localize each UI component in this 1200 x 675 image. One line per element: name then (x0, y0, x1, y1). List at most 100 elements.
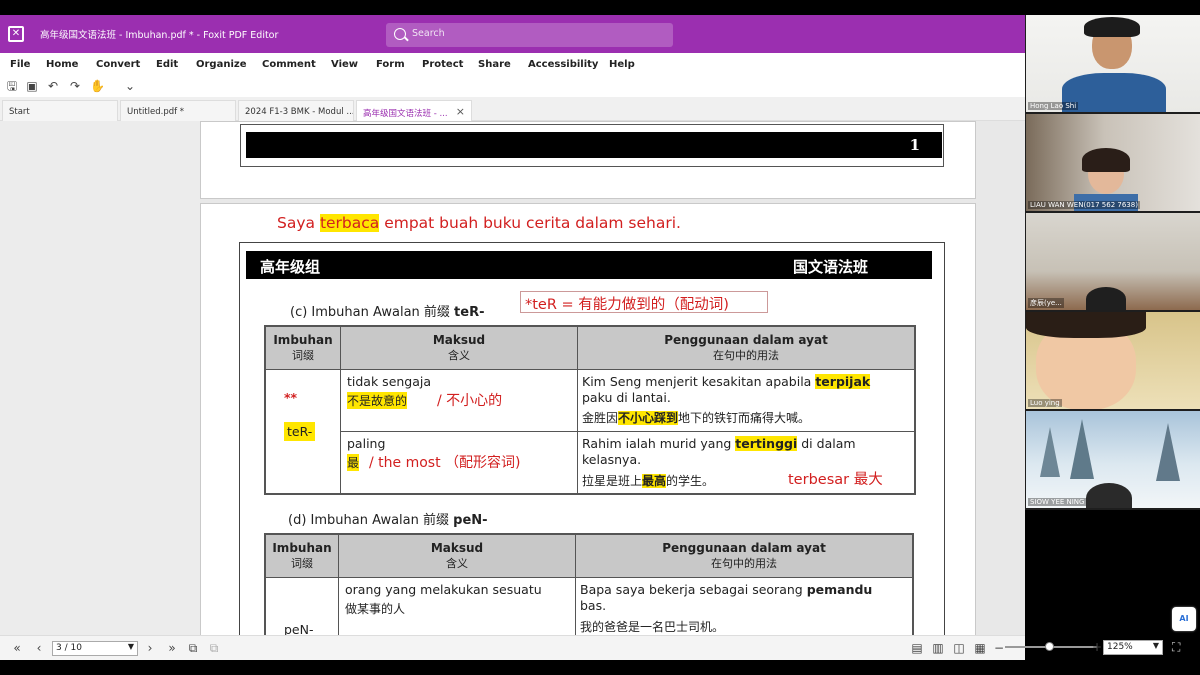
snowy-tree (1156, 423, 1180, 481)
ai-assistant-button[interactable]: AI (1172, 607, 1196, 631)
table-ter: Imbuhan 词缀 Maksud 含义 Penggunaan dalam ay… (264, 325, 916, 495)
header-sub: 含义 (446, 557, 468, 570)
ayat-cn: 金胜因不小心踩到地下的铁钉而痛得大喊。 (582, 409, 810, 426)
red-annotation: / the most （配形容词) (369, 455, 521, 471)
menu-protect[interactable]: Protect (422, 59, 463, 70)
close-icon[interactable]: × (456, 105, 465, 118)
participant-tile[interactable]: Luo ying (1026, 312, 1200, 409)
col-header-penggunaan: Penggunaan dalam ayat 在句中的用法 (575, 534, 913, 578)
tab-label: Start (9, 107, 30, 117)
ayat-cell-1: Kim Seng menjerit kesakitan apabila terp… (577, 369, 915, 432)
tab-start[interactable]: Start (2, 100, 118, 121)
section-c-title: (c) Imbuhan Awalan 前缀 teR- (290, 301, 484, 320)
single-page-icon[interactable]: ▤ (910, 641, 924, 655)
annotation-text: empat buah buku cerita dalam sehari. (379, 214, 681, 232)
menu-accessibility[interactable]: Accessibility (528, 59, 598, 70)
prefix-pen: peN- (284, 622, 314, 635)
zoom-level-select[interactable]: 125% ▼ (1103, 640, 1163, 655)
red-annotation: / 不小心的 (437, 393, 503, 409)
zoom-slider-handle[interactable] (1045, 642, 1054, 651)
ayat-text-2: bas. (580, 598, 607, 613)
search-icon (394, 28, 406, 40)
menu-share[interactable]: Share (478, 59, 511, 70)
zoom-slider[interactable] (1005, 642, 1097, 651)
tab-untitled[interactable]: Untitled.pdf * (120, 100, 236, 121)
continuous-facing-icon[interactable]: ▦ (973, 641, 987, 655)
participant-hair (1084, 17, 1140, 37)
dropdown-icon[interactable]: ⌄ (123, 79, 137, 93)
copy-page-icon[interactable]: ⧉ (186, 641, 200, 656)
tab-label: 2024 F1-3 BMK - Modul ... (245, 107, 354, 117)
section-label: (d) Imbuhan Awalan 前缀 (288, 513, 454, 528)
cn-part: 金胜因 (582, 411, 619, 425)
participant-name: Luo ying (1028, 399, 1062, 407)
header-sub: 词缀 (292, 349, 314, 362)
maksud-cn-highlight: 不是故意的 (347, 392, 408, 409)
navigation-panel (0, 121, 200, 635)
ayat-text: Bapa saya bekerja sebagai seorang pemand… (580, 582, 872, 597)
next-page-icon[interactable]: › (143, 641, 157, 655)
zoom-value: 125% (1107, 642, 1133, 652)
menu-comment[interactable]: Comment (262, 59, 316, 70)
search-placeholder: Search (412, 28, 445, 39)
document-view[interactable]: 1 Saya terbaca empat buah buku cerita da… (200, 121, 1025, 635)
maksud-cell: orang yang melakukan sesuatu 做某事的人 (338, 577, 576, 635)
maksud-cell-2: paling 最 / the most （配形容词) (340, 431, 578, 494)
pdf-page-current: Saya terbaca empat buah buku cerita dala… (200, 203, 976, 635)
menu-edit[interactable]: Edit (156, 59, 178, 70)
menu-home[interactable]: Home (46, 59, 78, 70)
annotation-textbox[interactable]: *teR = 有能力做到的（配动词) (520, 291, 768, 313)
maksud-cn: 做某事的人 (345, 602, 406, 616)
hand-tool-icon[interactable]: ✋ (90, 79, 105, 93)
foxit-logo-icon: ✕ (8, 26, 24, 42)
menu-convert[interactable]: Convert (96, 59, 140, 70)
ayat-cell: Bapa saya bekerja sebagai seorang pemand… (575, 577, 913, 635)
first-page-icon[interactable]: « (10, 641, 24, 655)
redo-icon[interactable]: ↷ (68, 79, 82, 93)
participant-tile[interactable]: 彦辰(ye... (1026, 213, 1200, 310)
quick-access-toolbar: 🖫 ▣ ↶ ↷ ✋ ⌄ (0, 75, 1025, 97)
video-participants-panel: Hong Lao Shi LIAU WAN WEN(017 562 7638) … (1025, 15, 1200, 510)
table-pen: Imbuhan 词缀 Maksud 含义 Penggunaan dalam ay… (264, 533, 914, 635)
participant-name: SIOW YEE NING (1028, 498, 1087, 506)
participant-name: 彦辰(ye... (1028, 298, 1064, 308)
tab-imbuhan-active[interactable]: 高年级国文语法班 - ... × (356, 100, 472, 121)
document-tabs: Start Untitled.pdf * 2024 F1-3 BMK - Mod… (0, 97, 1025, 121)
new-file-icon[interactable]: ▣ (25, 79, 39, 93)
participant-tile[interactable]: LIAU WAN WEN(017 562 7638) (1026, 114, 1200, 211)
menu-bar: File Home Convert Edit Organize Comment … (0, 53, 1025, 75)
header-sub: 在句中的用法 (711, 557, 777, 570)
annotation-text: Saya (277, 214, 320, 232)
save-icon[interactable]: 🖫 (5, 79, 19, 93)
menu-help[interactable]: Help (609, 59, 635, 70)
highlight-terpijak: terpijak (815, 374, 871, 389)
section-label: (c) Imbuhan Awalan 前缀 (290, 305, 455, 320)
header-sub: 含义 (448, 349, 470, 362)
undo-icon[interactable]: ↶ (46, 79, 60, 93)
col-header-maksud: Maksud 含义 (340, 326, 578, 370)
tab-bmk-modul[interactable]: 2024 F1-3 BMK - Modul ... (238, 100, 354, 121)
participant-tile[interactable]: Hong Lao Shi (1026, 15, 1200, 112)
previous-page-icon[interactable]: ‹ (32, 641, 46, 655)
last-page-icon[interactable]: » (165, 641, 179, 655)
page-number-input[interactable]: 3 / 10 ▼ (52, 641, 138, 656)
zoom-out-icon[interactable]: − (992, 641, 1006, 655)
continuous-page-icon[interactable]: ▥ (931, 641, 945, 655)
header-text: Penggunaan dalam ayat (662, 541, 826, 555)
maksud-cell-1: tidak sengaja 不是故意的 / 不小心的 (340, 369, 578, 432)
menu-view[interactable]: View (331, 59, 358, 70)
menu-form[interactable]: Form (376, 59, 405, 70)
menu-file[interactable]: File (10, 59, 30, 70)
ayat-text: Kim Seng menjerit kesakitan apabila terp… (582, 374, 871, 389)
red-annotation-sentence[interactable]: Saya terbaca empat buah buku cerita dala… (277, 214, 681, 232)
facing-page-icon[interactable]: ◫ (952, 641, 966, 655)
pdf-page-previous: 1 (200, 121, 976, 199)
col-header-penggunaan: Penggunaan dalam ayat 在句中的用法 (577, 326, 915, 370)
ayat-text-2: paku di lantai. (582, 390, 671, 405)
fullscreen-icon[interactable]: ⛶ (1172, 640, 1180, 655)
zoom-in-icon[interactable]: + (1092, 640, 1102, 654)
menu-organize[interactable]: Organize (196, 59, 247, 70)
participant-tile[interactable]: SIOW YEE NING (1026, 411, 1200, 508)
split-view-icon[interactable]: ⧉ (207, 641, 221, 656)
search-input[interactable]: Search (386, 23, 673, 47)
